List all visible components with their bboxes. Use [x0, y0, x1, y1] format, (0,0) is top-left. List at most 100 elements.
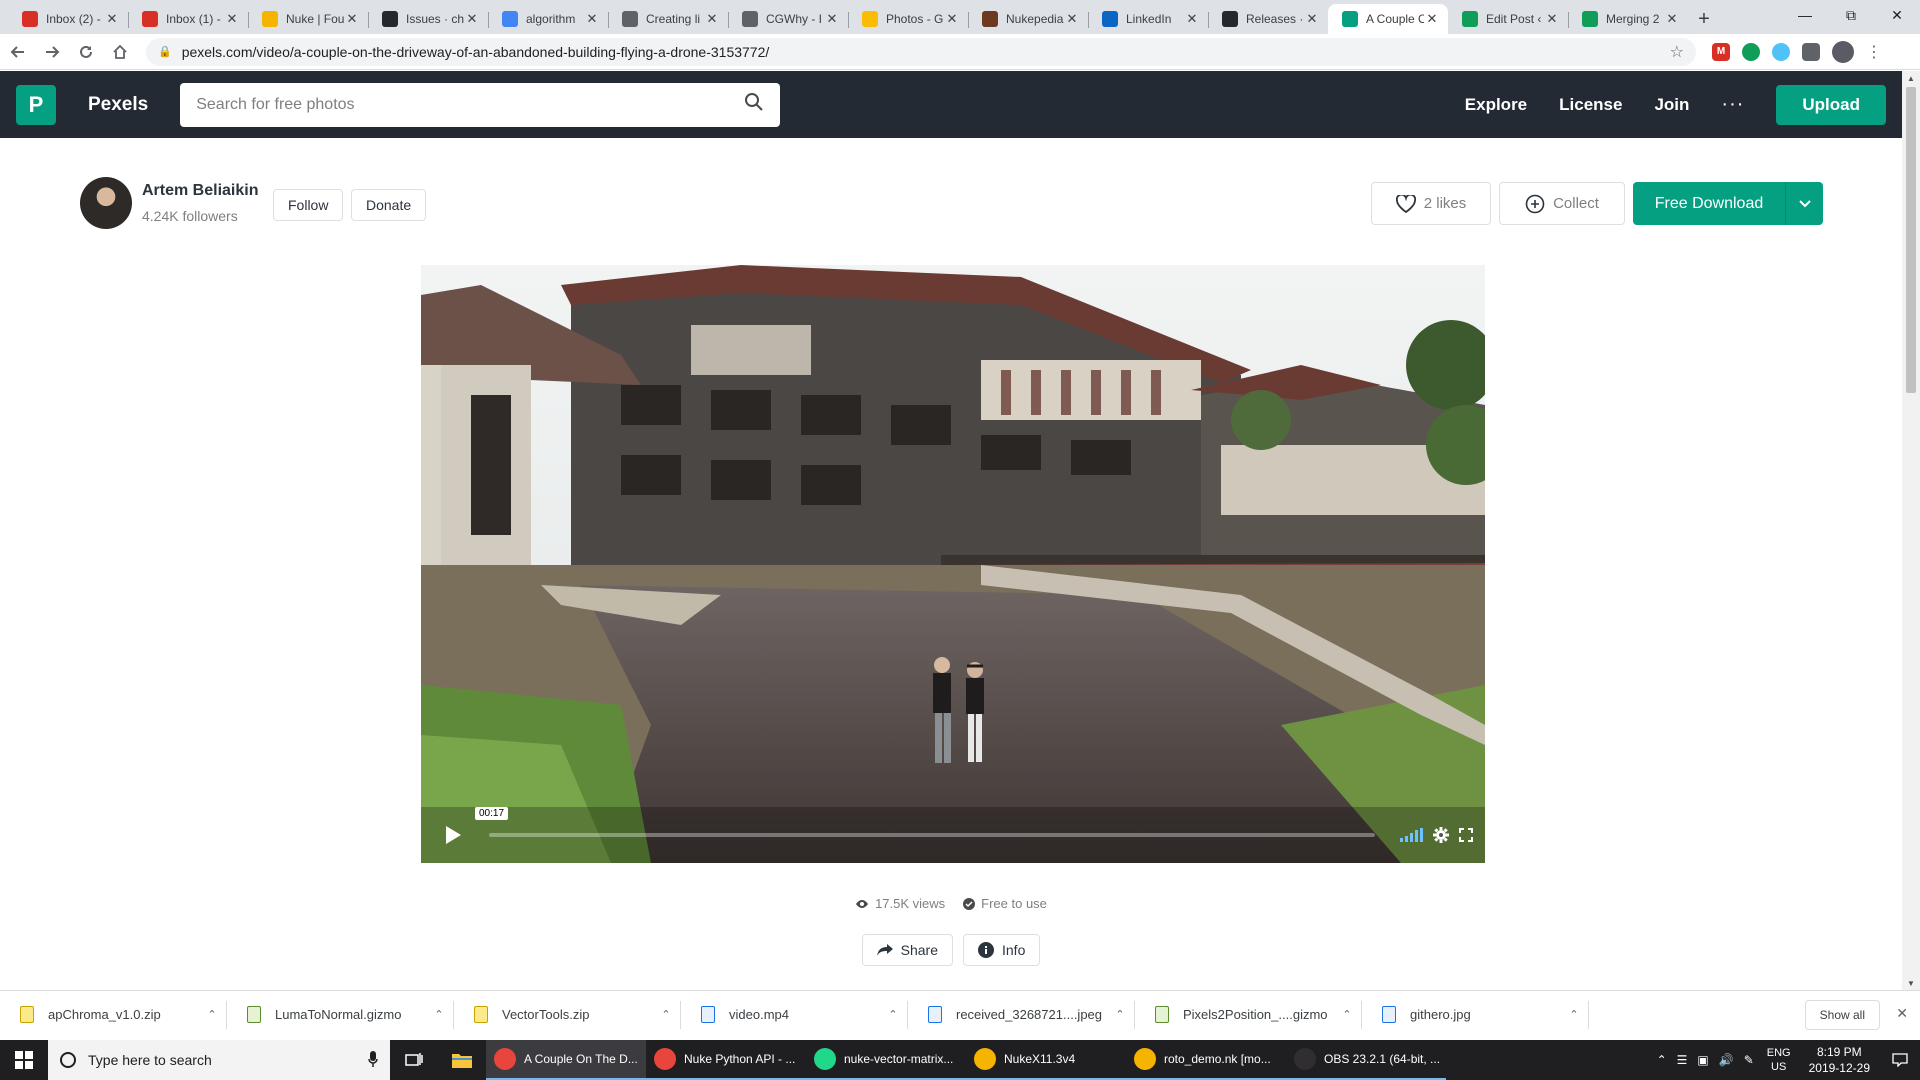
- reload-icon[interactable]: [70, 36, 102, 68]
- download-item[interactable]: video.mp4 ⌃: [681, 991, 908, 1039]
- download-item[interactable]: LumaToNormal.gizmo ⌃: [227, 991, 454, 1039]
- taskbar-app[interactable]: A Couple On The D...: [486, 1040, 646, 1080]
- scroll-up-icon[interactable]: ▲: [1902, 71, 1920, 85]
- chevron-up-icon[interactable]: ⌃: [424, 1008, 454, 1021]
- download-item[interactable]: received_3268721....jpeg ⌃: [908, 991, 1135, 1039]
- taskbar-app[interactable]: roto_demo.nk [mo...: [1126, 1040, 1286, 1080]
- tab-close-icon[interactable]: ✕: [1664, 11, 1680, 27]
- share-button[interactable]: Share: [861, 934, 953, 966]
- chevron-up-icon[interactable]: ⌃: [1332, 1008, 1362, 1021]
- tab-close-icon[interactable]: ✕: [824, 11, 840, 27]
- donate-button[interactable]: Donate: [351, 189, 427, 221]
- volume-tray-icon[interactable]: 🔊: [1719, 1053, 1734, 1067]
- home-icon[interactable]: [104, 36, 136, 68]
- browser-tab[interactable]: Merging 2 ✕: [1568, 4, 1688, 34]
- browser-tab[interactable]: CGWhy - I ✕: [728, 4, 848, 34]
- collect-button[interactable]: Collect: [1499, 182, 1625, 225]
- browser-tab[interactable]: Inbox (2) - ✕: [8, 4, 128, 34]
- download-label[interactable]: Free Download: [1633, 182, 1785, 225]
- play-icon[interactable]: [433, 815, 473, 855]
- site-brand[interactable]: Pexels: [88, 94, 148, 116]
- task-view-icon[interactable]: [390, 1040, 438, 1080]
- browser-tab[interactable]: Nukepedia ✕: [968, 4, 1088, 34]
- bookmark-star-icon[interactable]: ☆: [1670, 42, 1684, 62]
- microphone-icon[interactable]: [368, 1050, 378, 1070]
- notifications-icon[interactable]: [1880, 1053, 1920, 1067]
- chevron-up-icon[interactable]: ⌃: [197, 1008, 227, 1021]
- tab-close-icon[interactable]: ✕: [1424, 11, 1440, 27]
- nav-explore[interactable]: Explore: [1465, 95, 1527, 115]
- pen-icon[interactable]: ✎: [1744, 1053, 1754, 1067]
- page-scrollbar[interactable]: ▲ ▼: [1902, 71, 1920, 990]
- browser-tab[interactable]: Nuke | Fou ✕: [248, 4, 368, 34]
- browser-tab[interactable]: LinkedIn ✕: [1088, 4, 1208, 34]
- video-progress-bar[interactable]: 00:17: [475, 807, 1375, 837]
- scrollbar-thumb[interactable]: [1906, 87, 1916, 393]
- chevron-up-icon[interactable]: ⌃: [1657, 1053, 1667, 1067]
- chevron-up-icon[interactable]: ⌃: [651, 1008, 681, 1021]
- taskbar-search-input[interactable]: Type here to search: [48, 1040, 390, 1080]
- volume-icon[interactable]: [1399, 828, 1423, 842]
- chevron-up-icon[interactable]: ⌃: [1105, 1008, 1135, 1021]
- tab-close-icon[interactable]: ✕: [224, 11, 240, 27]
- video-player[interactable]: 00:17: [421, 265, 1485, 863]
- taskbar-app[interactable]: Nuke Python API - ...: [646, 1040, 806, 1080]
- author-avatar[interactable]: [80, 177, 132, 229]
- extension-icon[interactable]: [1772, 42, 1790, 61]
- tab-close-icon[interactable]: ✕: [1304, 11, 1320, 27]
- windows-start-icon[interactable]: [0, 1040, 48, 1080]
- search-icon[interactable]: [744, 92, 764, 117]
- file-explorer-icon[interactable]: [438, 1040, 486, 1080]
- free-download-button[interactable]: Free Download: [1633, 182, 1823, 225]
- taskbar-app[interactable]: nuke-vector-matrix...: [806, 1040, 966, 1080]
- taskbar-app[interactable]: NukeX11.3v4: [966, 1040, 1126, 1080]
- scroll-down-icon[interactable]: ▼: [1902, 976, 1920, 990]
- tab-close-icon[interactable]: ✕: [1184, 11, 1200, 27]
- address-bar[interactable]: 🔒 pexels.com/video/a-couple-on-the-drive…: [146, 37, 1696, 66]
- chevron-down-icon[interactable]: [1785, 182, 1823, 225]
- minimize-icon[interactable]: —: [1782, 0, 1828, 30]
- taskbar-app[interactable]: OBS 23.2.1 (64-bit, ...: [1286, 1040, 1446, 1080]
- new-tab-button[interactable]: +: [1688, 4, 1720, 34]
- tab-close-icon[interactable]: ✕: [104, 11, 120, 27]
- browser-tab[interactable]: Edit Post ‹ ✕: [1448, 4, 1568, 34]
- show-all-button[interactable]: Show all: [1804, 1000, 1880, 1030]
- extension-icon[interactable]: [1742, 42, 1760, 61]
- browser-tab[interactable]: Inbox (1) - ✕: [128, 4, 248, 34]
- browser-menu-icon[interactable]: ⋮: [1866, 42, 1882, 62]
- back-icon[interactable]: [2, 36, 34, 68]
- download-item[interactable]: VectorTools.zip ⌃: [454, 991, 681, 1039]
- pexels-logo-icon[interactable]: P: [16, 84, 56, 125]
- forward-icon[interactable]: [36, 36, 68, 68]
- browser-tab[interactable]: Issues · ch ✕: [368, 4, 488, 34]
- tab-close-icon[interactable]: ✕: [704, 11, 720, 27]
- search-input[interactable]: Search for free photos: [180, 82, 781, 127]
- browser-tab[interactable]: Creating li ✕: [608, 4, 728, 34]
- tab-close-icon[interactable]: ✕: [1544, 11, 1560, 27]
- close-icon[interactable]: ✕: [1896, 1005, 1908, 1022]
- more-menu-icon[interactable]: ···: [1721, 93, 1744, 116]
- tab-close-icon[interactable]: ✕: [344, 11, 360, 27]
- tab-close-icon[interactable]: ✕: [584, 11, 600, 27]
- tab-close-icon[interactable]: ✕: [1064, 11, 1080, 27]
- tab-close-icon[interactable]: ✕: [464, 11, 480, 27]
- extension-icon[interactable]: [1802, 42, 1820, 61]
- download-item[interactable]: apChroma_v1.0.zip ⌃: [0, 991, 227, 1039]
- info-button[interactable]: Info: [963, 934, 1041, 966]
- restore-icon[interactable]: ⧉: [1828, 0, 1874, 30]
- network-icon[interactable]: ▣: [1697, 1053, 1708, 1067]
- tab-close-icon[interactable]: ✕: [944, 11, 960, 27]
- download-item[interactable]: githero.jpg ⌃: [1362, 991, 1589, 1039]
- browser-tab[interactable]: A Couple O ✕: [1328, 4, 1448, 34]
- download-item[interactable]: Pixels2Position_....gizmo ⌃: [1135, 991, 1362, 1039]
- license-stat[interactable]: Free to use: [963, 896, 1047, 911]
- fullscreen-icon[interactable]: [1459, 828, 1473, 842]
- nav-join[interactable]: Join: [1654, 95, 1689, 115]
- nav-license[interactable]: License: [1559, 95, 1622, 115]
- like-button[interactable]: 2 likes: [1371, 182, 1491, 225]
- follow-button[interactable]: Follow: [273, 189, 344, 221]
- browser-tab[interactable]: Releases · ✕: [1208, 4, 1328, 34]
- taskbar-clock[interactable]: 8:19 PM 2019-12-29: [1809, 1044, 1870, 1076]
- gear-icon[interactable]: [1433, 827, 1449, 843]
- chevron-up-icon[interactable]: ⌃: [1559, 1008, 1589, 1021]
